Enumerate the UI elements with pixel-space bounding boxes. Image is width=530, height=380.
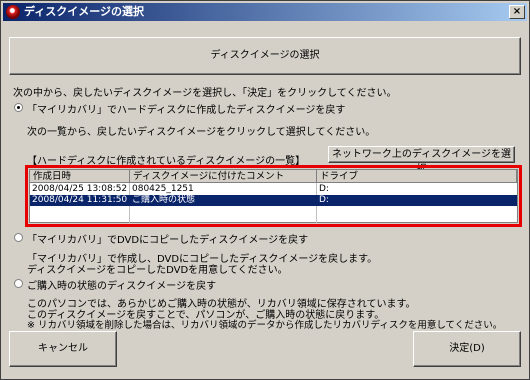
close-button[interactable]: × [509, 5, 525, 19]
row-date: 2008/04/24 11:31:50 [32, 195, 128, 205]
dialog-window: ディスクイメージの選択 × ディスクイメージの選択 次の中から、戻したいディスク… [0, 0, 530, 380]
title-bar[interactable]: ディスクイメージの選択 × [3, 3, 527, 21]
column-header-date[interactable]: 作成日時 [30, 170, 130, 183]
window-title: ディスクイメージの選択 [24, 5, 145, 18]
option1-label[interactable]: 「マイリカバリ」でハードディスクに作成したディスクイメージを戻す [27, 101, 345, 116]
header-button[interactable]: ディスクイメージの選択 [9, 37, 521, 75]
cancel-button[interactable]: キャンセル [9, 331, 117, 367]
option2-description-line2: ディスクイメージをコピーしたDVDを用意してください。 [27, 265, 288, 276]
row-drive: D: [319, 195, 329, 205]
option1-radio[interactable] [14, 103, 23, 112]
intro-text: 次の中から、戻したいディスクイメージを選択し、「決定」をクリックしてください。 [13, 88, 397, 99]
ok-button[interactable]: 決定(D) [413, 331, 521, 367]
network-select-button[interactable]: ネットワーク上のディスクイメージを選択 [328, 146, 515, 175]
row-drive: D: [319, 184, 329, 194]
row-comment: ご購入時の状態 [132, 195, 196, 205]
option2-radio[interactable] [14, 233, 23, 242]
table-row[interactable]: 2008/04/25 13:08:52 080425_1251 D: [30, 184, 517, 195]
column-header-comment[interactable]: ディスクイメージに付けたコメント [130, 170, 317, 183]
option3-radio[interactable] [14, 279, 23, 288]
row-date: 2008/04/25 13:08:52 [32, 184, 128, 194]
app-icon [6, 5, 20, 19]
option2-label[interactable]: 「マイリカバリ」でDVDにコピーしたディスクイメージを戻す [27, 231, 308, 246]
disk-image-list[interactable]: 作成日時 ディスクイメージに付けたコメント ドライブ 2008/04/25 13… [29, 169, 518, 223]
option1-description: 次の一覧から、戻したいディスクイメージをクリックして選択してください。 [27, 127, 376, 138]
option3-label[interactable]: ご購入時の状態のディスクイメージを戻す [27, 277, 216, 292]
table-row-selected[interactable]: 2008/04/24 11:31:50 ご購入時の状態 D: [30, 195, 517, 206]
option3-description-line3: ※ リカバリ領域を削除した場合は、リカバリ領域のデータから作成したリカバリディス… [27, 320, 503, 331]
column-header-drive[interactable]: ドライブ [317, 170, 517, 183]
row-comment: 080425_1251 [132, 184, 194, 194]
